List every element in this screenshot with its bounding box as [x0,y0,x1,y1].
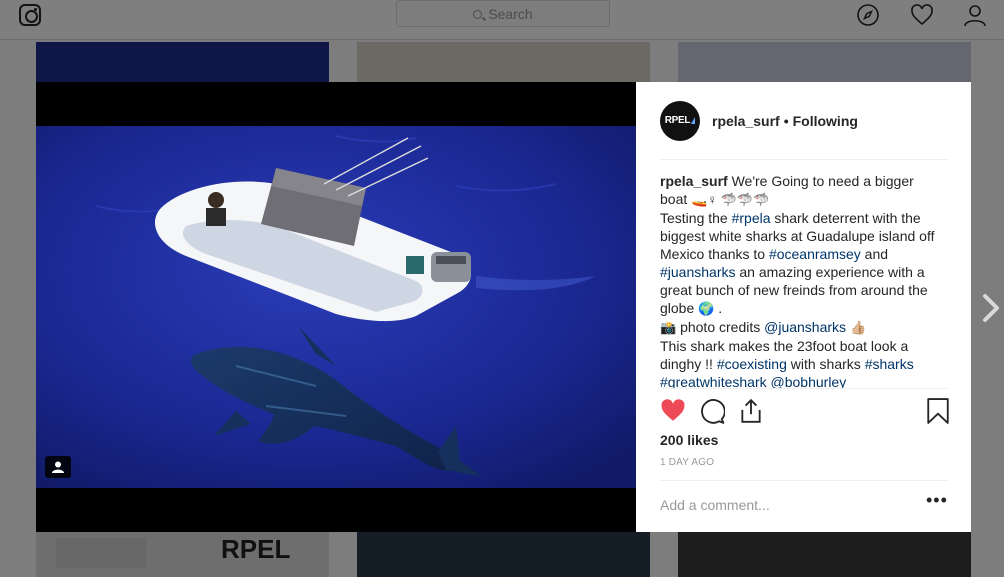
caption-text: photo credits [676,319,765,335]
caption-emoji: 🚤♀ 🦈🦈🦈 [691,192,770,207]
like-heart-icon[interactable] [660,398,686,424]
caption-emoji: 👍🏼 [849,320,867,335]
post-username[interactable]: rpela_surf [712,113,780,129]
caption-text: an amazing experience with a [735,264,925,280]
hashtag-link[interactable]: #coexisting [717,356,787,372]
caption-text: Testing the [660,210,732,226]
post-photo[interactable] [36,126,636,488]
comment-row: ••• [660,480,948,532]
user-tag-icon [52,461,64,473]
caption-text: Mexico thanks to [660,246,769,262]
action-bar [660,398,950,426]
post-side-panel: RPEL rpela_surf • Following rpela_surf W… [636,82,971,532]
avatar-logo-mark [691,117,696,124]
hashtag-link[interactable]: #oceanramsey [769,246,861,262]
caption-text: This shark makes the 23foot boat look a [660,338,909,354]
header-separator: • [783,112,789,129]
likes-count[interactable]: 200 likes [660,432,718,448]
caption-text: boat [660,191,688,207]
post-media [36,82,636,532]
shark-boat-image [36,126,636,488]
hashtag-link[interactable]: #greatwhiteshark [660,374,767,388]
bookmark-icon[interactable] [926,398,950,424]
caption-text: with sharks [786,356,865,372]
caption-text: . [714,300,723,316]
caption-text: globe [660,300,695,316]
caption-emoji: 🌍 [698,301,715,316]
comment-icon[interactable] [699,398,725,424]
caption-text: great bunch of new freinds from around t… [660,282,928,298]
post-timestamp[interactable]: 1 DAY AGO [660,457,714,468]
caption-text: biggest white sharks at Guadalupe island… [660,228,935,244]
hashtag-link[interactable]: #juansharks [660,264,736,280]
mention-link[interactable]: @bobhurley [771,374,847,388]
post-header: RPEL rpela_surf • Following [660,82,948,160]
add-comment-input[interactable] [660,493,910,517]
mention-link[interactable]: @juansharks [764,319,846,335]
next-post-arrow-icon[interactable] [981,293,1001,323]
share-icon[interactable] [738,398,764,424]
avatar-text: RPEL [664,115,691,126]
avatar[interactable]: RPEL [660,100,700,141]
actions-divider [660,388,948,389]
caption-text: dinghy !! [660,356,717,372]
caption-text: shark deterrent with the [770,210,921,226]
caption-text: and [860,246,889,262]
hashtag-link[interactable]: #rpela [732,210,771,226]
hashtag-link[interactable]: #sharks [865,356,914,372]
caption-emoji: 📸 [660,320,677,335]
tagged-users-button[interactable] [45,456,71,478]
more-options-button[interactable]: ••• [926,491,947,513]
post-modal: RPEL rpela_surf • Following rpela_surf W… [36,82,971,532]
following-button[interactable]: Following [793,113,858,129]
caption-text: We're Going to need a bigger [731,173,914,189]
caption-username[interactable]: rpela_surf [660,173,728,189]
post-caption: rpela_surf We're Going to need a bigger … [660,172,950,388]
